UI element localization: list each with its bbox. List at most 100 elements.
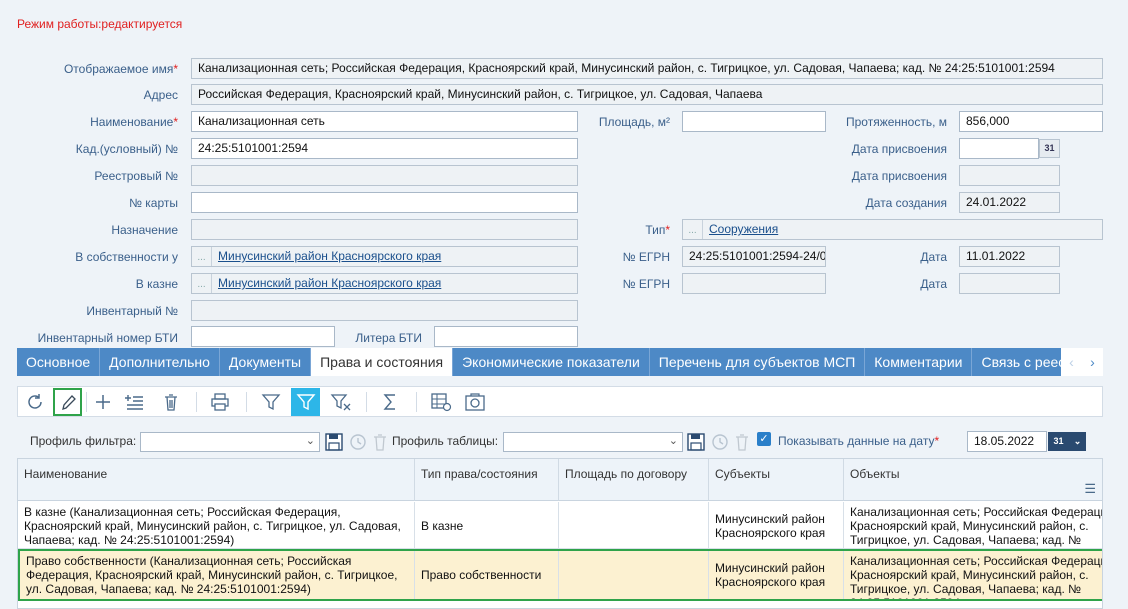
- litera-field[interactable]: [434, 326, 578, 347]
- select-button[interactable]: ...: [192, 247, 212, 266]
- show-date-label: Показывать данные на дату*: [778, 434, 940, 448]
- chevron-down-icon[interactable]: ⌄: [1069, 432, 1086, 451]
- egrn-field: 24:25:5101001:2594-24/0: [682, 246, 826, 267]
- chevron-left-icon[interactable]: ‹: [1069, 354, 1074, 370]
- tab-registry-link[interactable]: Связь с реес: [972, 348, 1076, 376]
- select-button[interactable]: ...: [192, 274, 212, 293]
- assign-date-label: Дата присвоения: [851, 142, 947, 156]
- cell-subject: Минусинский район Красноярского края: [709, 502, 844, 548]
- date-label: Дата: [920, 250, 947, 264]
- show-date-checkbox[interactable]: ✓: [757, 432, 771, 446]
- menu-icon[interactable]: ☰: [1084, 481, 1096, 497]
- filter-profile-select[interactable]: ⌄: [140, 432, 320, 452]
- bti-field[interactable]: [191, 326, 335, 347]
- chevron-right-icon[interactable]: ›: [1090, 354, 1095, 370]
- tab-comments[interactable]: Комментарии: [865, 348, 973, 376]
- reset-table-icon[interactable]: [710, 432, 730, 455]
- assign-date-field[interactable]: [959, 138, 1039, 159]
- add-icon[interactable]: [88, 388, 117, 416]
- litera-label: Литера БТИ: [355, 331, 422, 345]
- type-field[interactable]: ... Сооружения: [682, 219, 1103, 240]
- tab-rights[interactable]: Права и состояния: [311, 348, 454, 376]
- cell-type: В казне: [415, 502, 559, 548]
- registry-field: [191, 165, 578, 186]
- column-header-objects[interactable]: Объекты ☰: [844, 459, 1102, 501]
- select-button[interactable]: ...: [683, 220, 703, 239]
- tab-msp[interactable]: Перечень для субъектов МСП: [650, 348, 866, 376]
- purpose-label: Назначение: [111, 223, 178, 237]
- save-filter-icon[interactable]: [324, 432, 344, 455]
- tab-main[interactable]: Основное: [17, 348, 101, 376]
- tab-additional[interactable]: Дополнительно: [100, 348, 220, 376]
- address-label: Адрес: [143, 88, 178, 102]
- save-table-icon[interactable]: [686, 432, 706, 455]
- date2-field: [959, 273, 1060, 294]
- cell-name: Право собственности (Канализационная сет…: [20, 551, 415, 599]
- assign-date2-field: [959, 165, 1060, 186]
- add-list-icon[interactable]: [119, 388, 148, 416]
- created-field: 24.01.2022: [959, 192, 1060, 213]
- cell-object: Канализационная сеть; Российская Федерац…: [850, 554, 1102, 599]
- refresh-icon[interactable]: [20, 388, 49, 416]
- cad-field[interactable]: 24:25:5101001:2594: [191, 138, 578, 159]
- area-field[interactable]: [682, 111, 826, 132]
- tab-documents[interactable]: Документы: [220, 348, 312, 376]
- calendar-icon[interactable]: 31: [1048, 432, 1069, 451]
- date2-label: Дата: [920, 277, 947, 291]
- rights-grid: Наименование Тип права/состояния Площадь…: [17, 458, 1103, 609]
- clear-filter-icon[interactable]: [326, 388, 355, 416]
- inv-label: Инвентарный №: [86, 304, 178, 318]
- owner-link[interactable]: Минусинский район Красноярского края: [218, 249, 441, 263]
- column-header-type[interactable]: Тип права/состояния: [415, 459, 559, 501]
- table-settings-icon[interactable]: [426, 388, 455, 416]
- purpose-field: [191, 219, 578, 240]
- mode-status: Режим работы:редактируется: [17, 17, 183, 31]
- column-header-subjects[interactable]: Субъекты: [709, 459, 844, 501]
- cell-area: [559, 502, 709, 548]
- card-label: № карты: [129, 196, 178, 210]
- filter-profile-label: Профиль фильтра:: [30, 434, 137, 448]
- filter-active-icon[interactable]: [291, 388, 320, 416]
- column-header-name[interactable]: Наименование: [18, 459, 415, 501]
- assign-date2-label: Дата присвоения: [851, 169, 947, 183]
- sum-icon[interactable]: [375, 388, 404, 416]
- tab-economic[interactable]: Экономические показатели: [453, 348, 650, 376]
- filter-icon[interactable]: [256, 388, 285, 416]
- calendar-icon[interactable]: 31: [1039, 139, 1060, 158]
- egrn2-label: № ЕГРН: [622, 277, 670, 291]
- display-name-field: Канализационная сеть; Российская Федерац…: [191, 58, 1103, 79]
- tab-bar: Основное Дополнительно Документы Права и…: [17, 348, 1103, 376]
- print-icon[interactable]: [205, 388, 234, 416]
- reset-icon[interactable]: [348, 432, 368, 455]
- delete-table-profile-icon[interactable]: [734, 432, 750, 455]
- card-field[interactable]: [191, 192, 578, 213]
- cell-object: Канализационная сеть; Российская Федерац…: [850, 505, 1102, 548]
- egrn-label: № ЕГРН: [622, 250, 670, 264]
- cell-area: [559, 551, 709, 599]
- treasury-link[interactable]: Минусинский район Красноярского края: [218, 276, 441, 290]
- owner-field[interactable]: ... Минусинский район Красноярского края: [191, 246, 578, 267]
- created-label: Дата создания: [865, 196, 947, 210]
- registry-label: Реестровый №: [94, 169, 178, 183]
- delete-icon[interactable]: [156, 388, 185, 416]
- column-header-area[interactable]: Площадь по договору: [559, 459, 709, 501]
- edit-icon[interactable]: [53, 388, 82, 416]
- type-label: Тип*: [645, 223, 670, 237]
- address-field: Российская Федерация, Красноярский край,…: [191, 84, 1103, 105]
- cad-label: Кад.(условный) №: [75, 142, 178, 156]
- date-field: 11.01.2022: [959, 246, 1060, 267]
- delete-profile-icon[interactable]: [372, 432, 388, 455]
- show-date-field[interactable]: 18.05.2022: [967, 431, 1047, 452]
- name-field[interactable]: Канализационная сеть: [191, 111, 578, 132]
- cell-name: В казне (Канализационная сеть; Российска…: [18, 502, 415, 548]
- chevron-down-icon: ⌄: [668, 435, 678, 447]
- egrn2-field: [682, 273, 826, 294]
- type-link[interactable]: Сооружения: [709, 222, 778, 236]
- length-field[interactable]: 856,000: [959, 111, 1103, 132]
- screenshot-icon[interactable]: [460, 388, 489, 416]
- table-profile-select[interactable]: ⌄: [503, 432, 683, 452]
- display-name-label: Отображаемое имя*: [63, 62, 178, 76]
- treasury-field[interactable]: ... Минусинский район Красноярского края: [191, 273, 578, 294]
- table-profile-label: Профиль таблицы:: [392, 434, 499, 448]
- cell-type: Право собственности: [415, 551, 559, 599]
